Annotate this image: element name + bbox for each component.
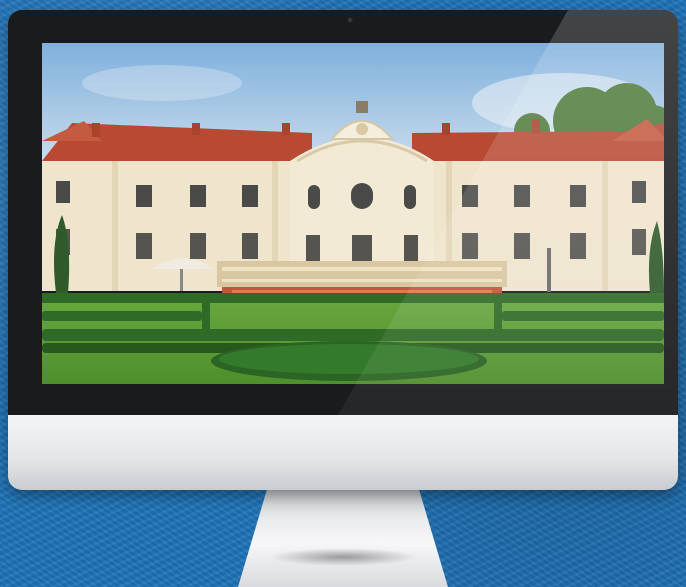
- monitor-stand: [238, 488, 448, 587]
- terrace-balustrade: [217, 261, 507, 287]
- palace-photo: [42, 43, 664, 384]
- camera-icon: [347, 17, 353, 23]
- monitor-screen: [42, 43, 664, 384]
- stand-shadow: [268, 548, 418, 566]
- monitor-chin: [8, 415, 678, 490]
- desktop-monitor: [8, 10, 678, 490]
- monitor-bezel: [8, 10, 678, 415]
